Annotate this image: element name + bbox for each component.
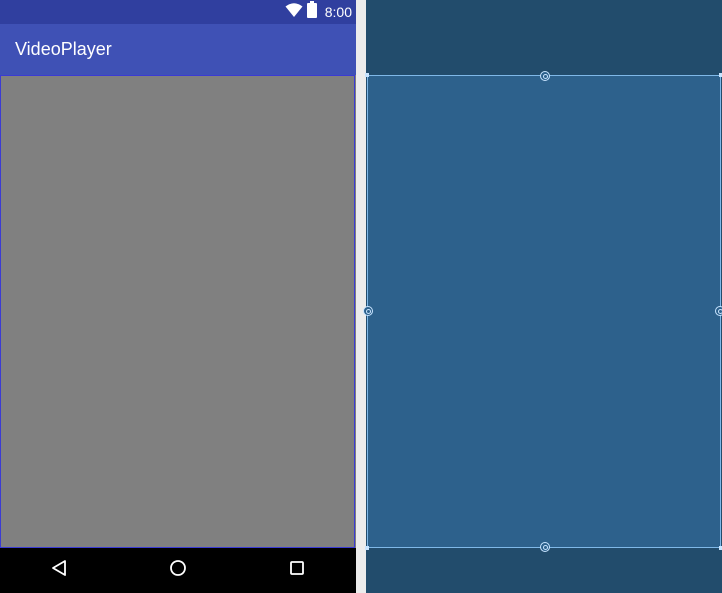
design-preview: 8:00 VideoPlayer [0,0,356,593]
resize-handle-top-left[interactable] [365,73,369,77]
recents-button[interactable] [267,548,327,593]
status-time: 8:00 [324,4,352,20]
pane-splitter[interactable] [356,0,366,593]
constraint-handle-bottom[interactable] [540,542,550,552]
recents-icon [289,560,305,581]
resize-handle-bottom-left[interactable] [365,546,369,550]
back-icon [50,559,68,582]
blueprint-preview [363,0,722,593]
wifi-icon [285,2,303,23]
app-bar: VideoPlayer [0,24,356,75]
home-button[interactable] [148,548,208,593]
status-bar: 8:00 [0,0,356,24]
constraint-handle-right[interactable] [715,306,722,316]
back-button[interactable] [29,548,89,593]
constraint-handle-left[interactable] [363,306,373,316]
status-icons: 8:00 [285,0,352,24]
battery-icon [306,1,317,23]
constraint-handle-top[interactable] [540,71,550,81]
blueprint-video-view[interactable] [363,71,722,552]
navigation-bar [0,548,356,593]
app-title: VideoPlayer [15,39,112,59]
home-icon [169,559,187,582]
video-view[interactable] [0,75,355,548]
